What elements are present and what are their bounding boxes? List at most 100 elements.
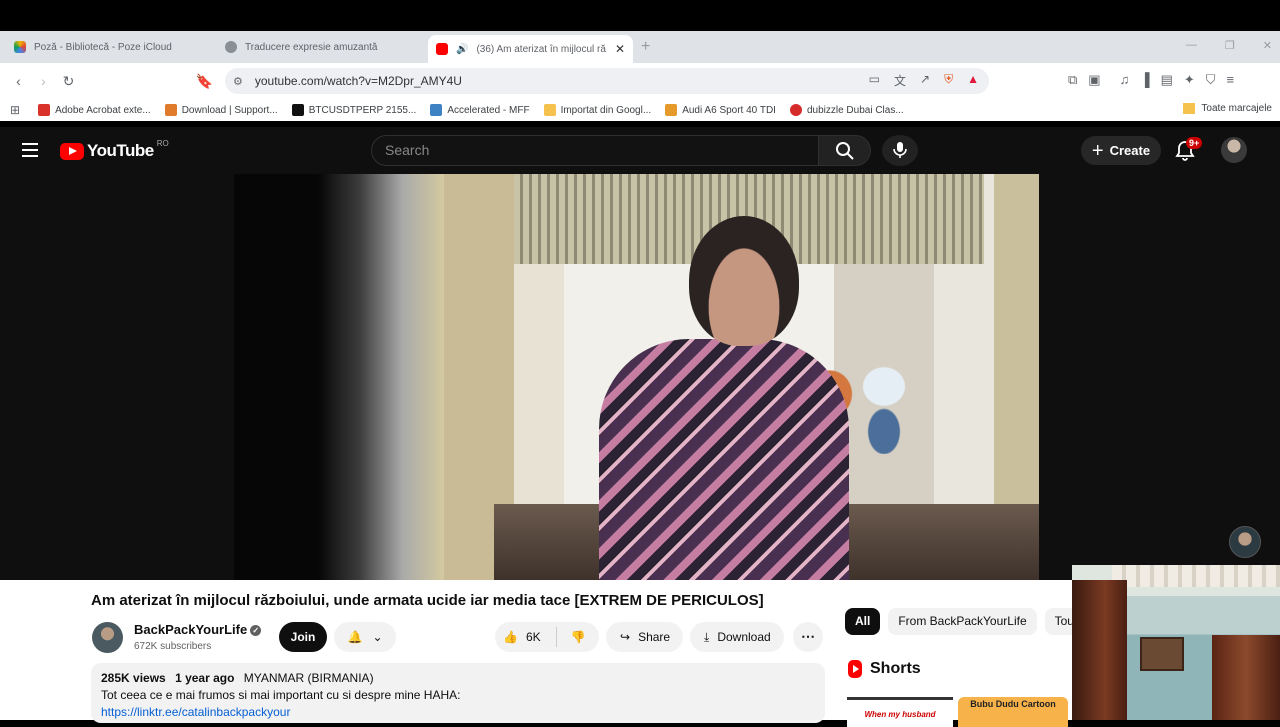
video-meta: 285K views 1 year ago MYANMAR (BIRMANIA) [101,671,374,685]
thumbs-up-icon: 👍 [503,630,518,644]
channel-avatar[interactable] [92,622,123,653]
vpn-icon[interactable]: ⛉ [1206,72,1216,88]
leo-ai-icon[interactable]: ✦ [1184,72,1195,88]
new-tab-button[interactable]: + [641,38,650,56]
apps-grid-icon[interactable]: ⊞ [10,103,20,117]
screen-top-bar [0,0,1280,31]
browser-toolbar: ‹ › ↻ 🔖 ⚙ youtube.com/watch?v=M2Dpr_AMY4… [0,63,1280,99]
related-chips: All From BackPackYourLife Tour [845,608,1088,635]
sidebar-icon[interactable]: ▐ [1140,72,1149,88]
dislike-button[interactable]: 👎 [557,630,599,644]
extensions-icon[interactable]: ⧉ [1068,72,1077,88]
brave-shield-icon[interactable]: ⛨ [944,72,953,89]
more-actions-button[interactable]: ⋯ [793,622,823,652]
all-bookmarks[interactable]: Toate marcajele [1183,103,1272,114]
channel-name[interactable]: BackPackYourLife ✓ [134,622,262,637]
search-icon [835,142,854,160]
bell-icon: 🔔 [347,630,363,644]
music-icon[interactable]: ♫ [1120,72,1130,88]
browser-tabstrip: Poză - Bibliotecă - Poze iCloud Traducer… [0,31,1280,63]
join-button[interactable]: Join [279,622,327,652]
verified-icon: ✓ [250,625,262,636]
brave-rewards-icon[interactable]: ▲ [967,72,979,89]
youtube-header: YouTube RO Search + Create 9+ [0,127,1280,174]
address-bar[interactable]: ⚙ youtube.com/watch?v=M2Dpr_AMY4U ▭ 文 ↗ … [225,68,989,94]
folder-icon [543,104,556,116]
bookmark-item[interactable]: Importat din Googl... [543,104,651,116]
hamburger-menu-icon[interactable] [22,143,38,157]
bookmark-item[interactable]: Adobe Acrobat exte... [38,104,151,116]
tab-title: Poză - Bibliotecă - Poze iCloud [34,41,172,53]
youtube-logo[interactable]: YouTube RO [60,139,169,161]
shorts-heading: Shorts [848,660,921,678]
shorts-icon [848,660,862,678]
forward-icon[interactable]: › [31,73,56,89]
close-window-icon[interactable]: ✕ [1263,39,1272,52]
acrobat-icon [38,104,51,116]
maximize-icon[interactable]: ❐ [1225,39,1235,52]
search-button[interactable] [819,135,871,166]
metamask-icon [164,104,177,116]
microphone-icon [893,142,907,158]
bookmark-item[interactable]: dubizzle Dubai Clas... [789,104,904,116]
subscriber-count: 672K subscribers [134,641,212,652]
browser-tab-icloud[interactable]: Poză - Bibliotecă - Poze iCloud [6,34,211,60]
youtube-play-icon [60,142,84,160]
tab-title: Traducere expresie amuzantă [245,41,378,53]
thumbs-down-icon: 👎 [570,630,586,644]
download-button[interactable]: ⤓ Download [690,622,784,652]
subscription-bell-button[interactable]: 🔔 ⌄ [334,622,396,652]
video-frame[interactable] [234,174,1039,580]
webcam-overlay [1072,565,1280,720]
voice-search-button[interactable] [882,135,918,166]
video-player[interactable] [0,174,1270,580]
chip-from-channel[interactable]: From BackPackYourLife [888,608,1037,635]
close-tab-icon[interactable]: ✕ [615,42,625,56]
description-link[interactable]: https://linktr.ee/catalinbackpackyour [101,705,815,719]
description-text: Tot ceea ce e mai frumos si mai importan… [101,688,461,702]
description-box[interactable]: 285K views 1 year ago MYANMAR (BIRMANIA)… [91,663,825,723]
wallet-icon[interactable]: ▤ [1161,72,1173,88]
youtube-favicon-icon [436,43,448,55]
tab-title: (36) Am aterizat în mijlocul ră [476,43,606,55]
icloud-photos-icon [14,41,26,53]
short-thumbnail[interactable]: When my husband [847,697,953,727]
bookmark-item[interactable]: Audi A6 Sport 40 TDI [665,104,776,116]
url-text: youtube.com/watch?v=M2Dpr_AMY4U [254,74,462,88]
audi-icon [665,104,678,116]
search-input[interactable]: Search [371,135,819,166]
speaker-icon: 🔊 [456,43,469,55]
bookmark-item[interactable]: Accelerated - MFF [430,104,530,116]
chip-all[interactable]: All [845,608,881,635]
short-thumbnail[interactable]: Bubu Dudu Cartoon [958,697,1068,727]
back-icon[interactable]: ‹ [6,73,31,89]
share-icon: ↪ [620,630,631,644]
location-tag[interactable]: MYANMAR (BIRMANIA) [244,671,374,685]
bookmark-item[interactable]: BTCUSDTPERP 2155... [291,104,416,116]
create-button[interactable]: + Create [1081,136,1161,165]
like-dislike-group: 👍 6K 👎 [495,622,599,652]
download-icon: ⤓ [704,629,710,644]
like-button[interactable]: 👍 6K [495,627,557,647]
translate-icon[interactable]: 文 [894,72,906,89]
folder-icon [1183,103,1196,114]
tab-search-icon[interactable]: ▣ [1088,72,1100,88]
bookmark-icon[interactable]: 🔖 [192,73,217,90]
plus-icon: + [1091,139,1104,162]
reload-icon[interactable]: ↻ [56,73,81,90]
share-button[interactable]: ↪ Share [606,622,684,652]
bookmarks-bar: ⊞ Adobe Acrobat exte... Download | Suppo… [0,99,1280,121]
browser-tab-translate[interactable]: Traducere expresie amuzantă [217,34,422,60]
menu-icon[interactable]: ≡ [1227,72,1235,88]
dubizzle-icon [789,104,802,116]
bookmark-item[interactable]: Download | Support... [164,104,278,116]
video-title: Am aterizat în mijlocul războiului, unde… [91,592,764,609]
browser-tab-youtube[interactable]: 🔊 (36) Am aterizat în mijlocul ră ✕ [428,35,633,63]
account-avatar[interactable] [1221,137,1247,163]
minimize-icon[interactable]: — [1186,39,1197,52]
share-icon[interactable]: ↗ [920,72,930,89]
channel-watermark[interactable] [1229,526,1261,558]
site-settings-icon[interactable]: ⚙ [233,75,243,88]
cast-icon[interactable]: ▭ [869,72,880,89]
mff-icon [430,104,443,116]
